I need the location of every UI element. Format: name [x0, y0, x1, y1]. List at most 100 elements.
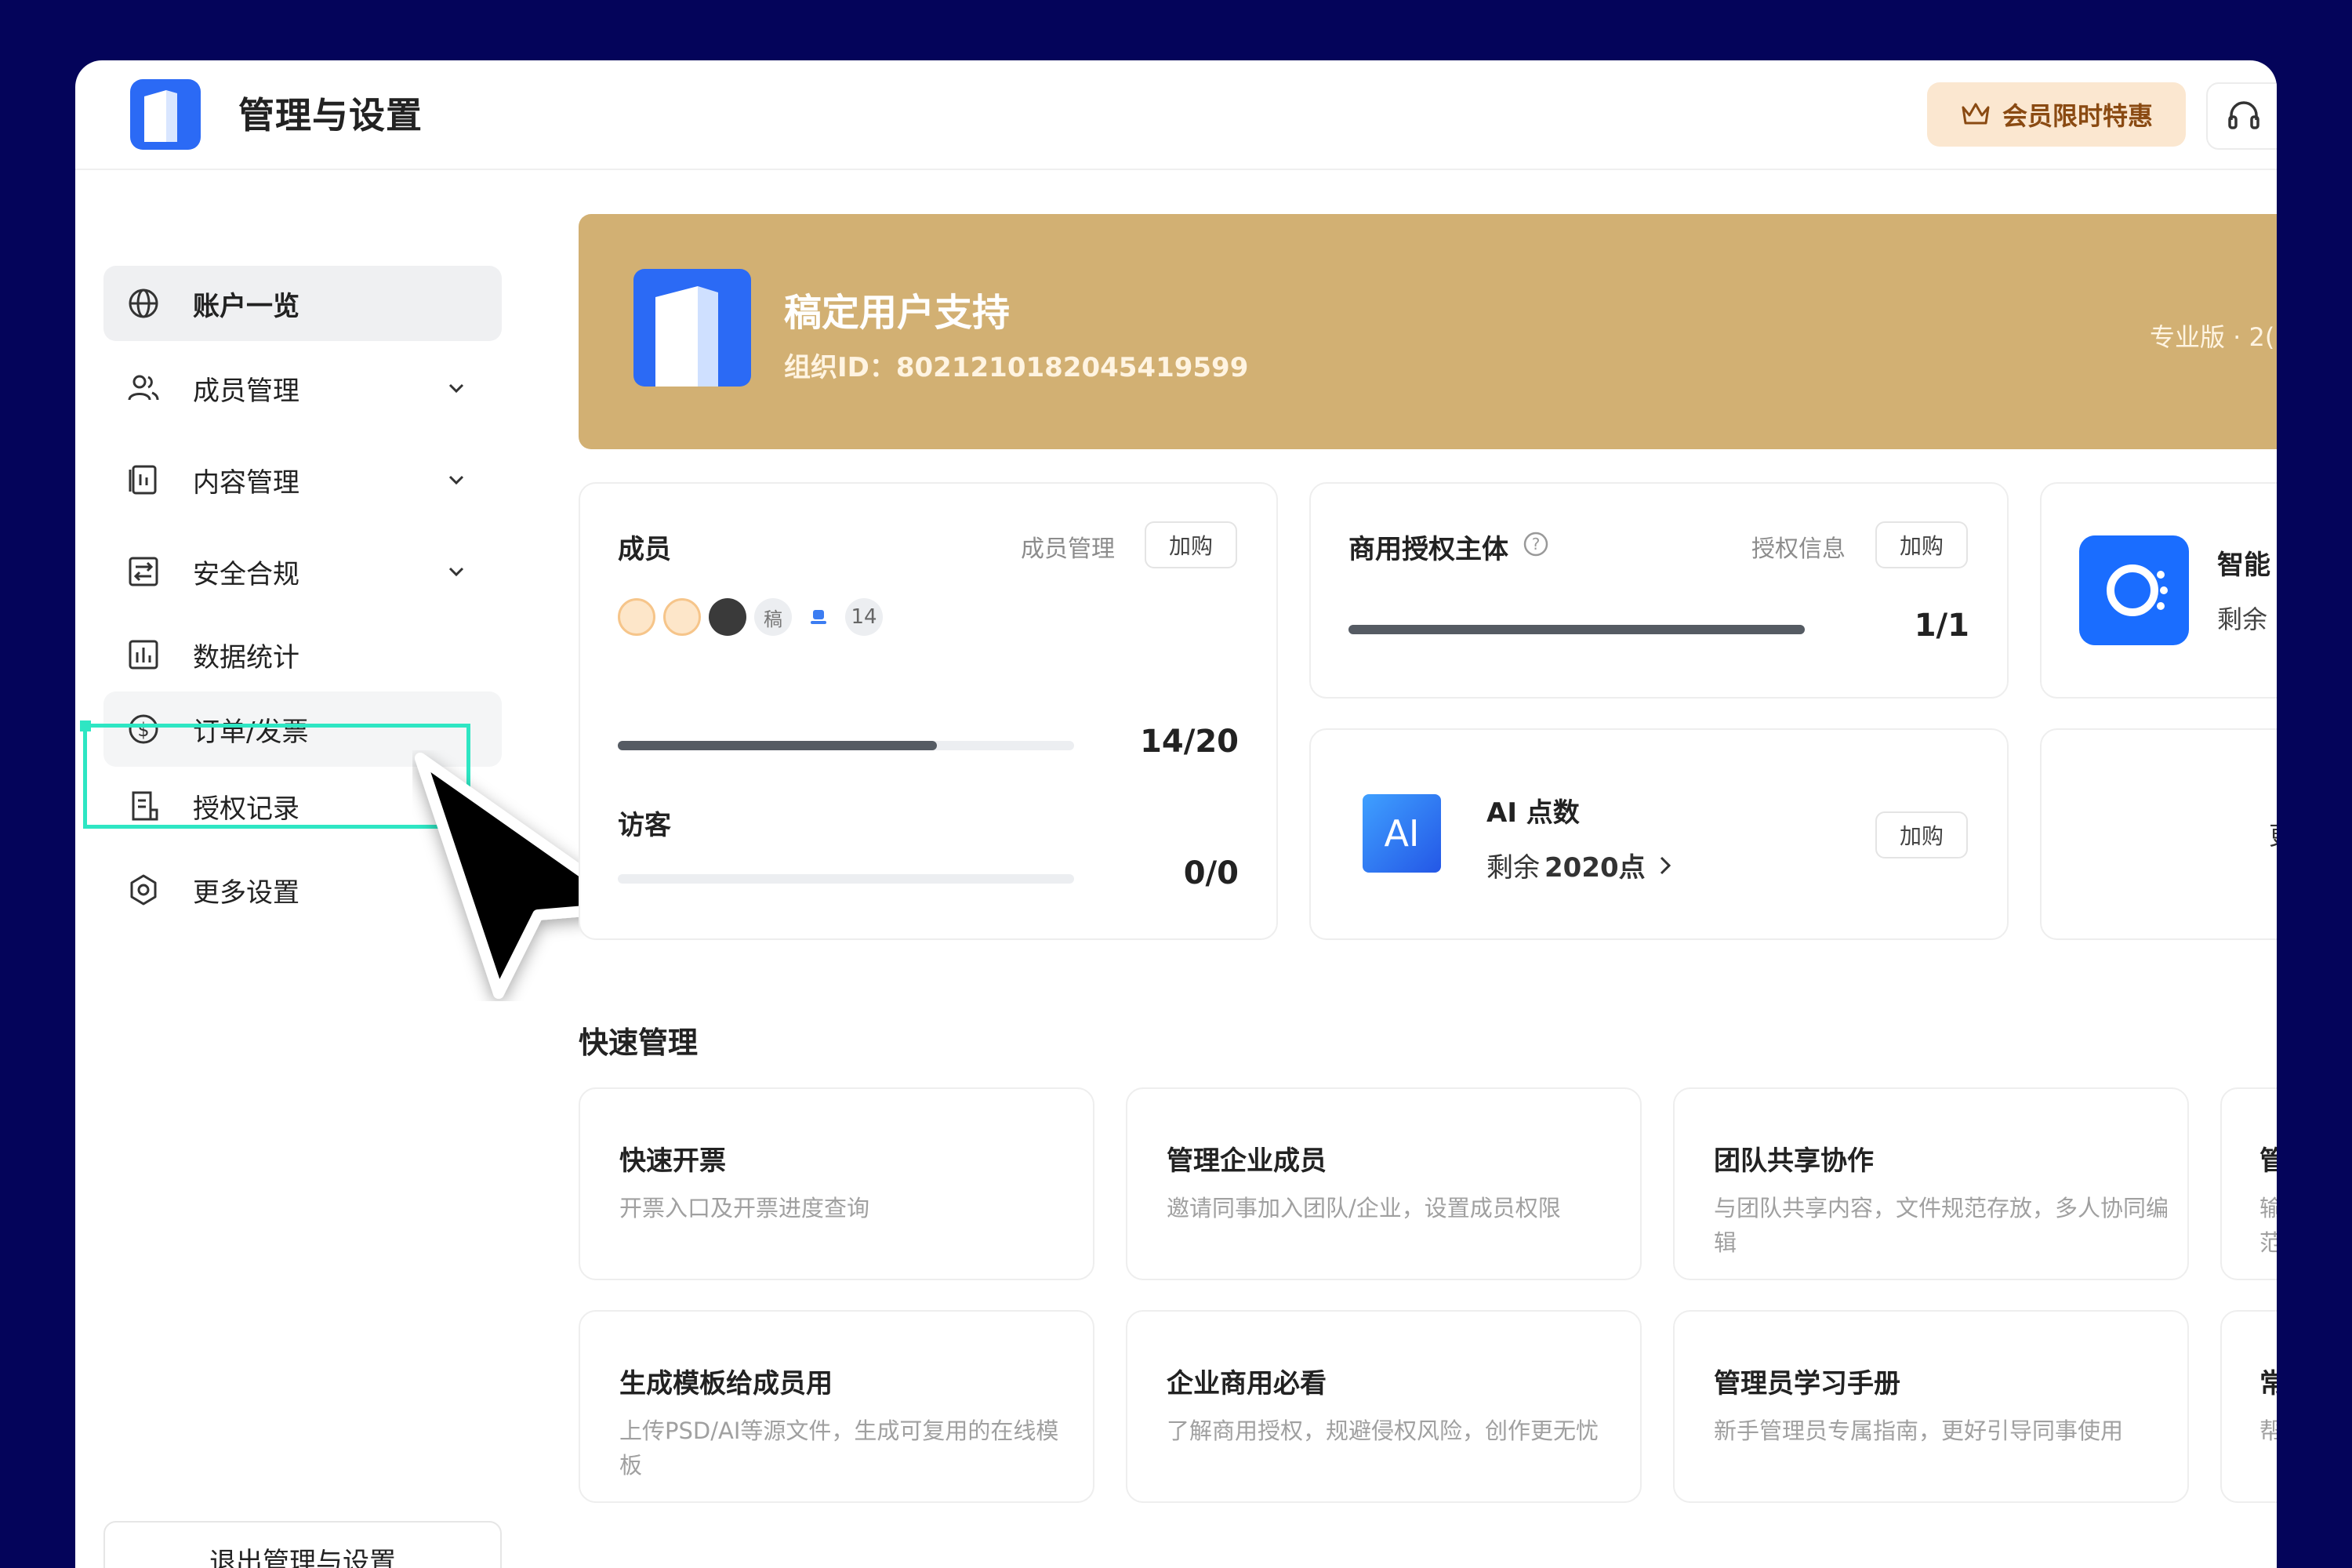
content-icon [129, 465, 157, 495]
organization-logo [633, 269, 751, 387]
partial-card-text[interactable]: 更 [2269, 816, 2277, 852]
sidebar-item-label: 授权记录 [193, 793, 299, 825]
ai-points-card: AI AI 点数 剩余 2020点 加购 [1309, 728, 2009, 940]
license-record-icon [132, 791, 158, 821]
organization-banner: 稿定用户支持 组织ID：8021210182045419599 专业版 · 2( [579, 214, 2277, 449]
visitors-title: 访客 [618, 810, 671, 841]
quick-management-title: 快速管理 [579, 1025, 699, 1060]
quick-card-title: 常 [2259, 1368, 2277, 1399]
organization-name: 稿定用户支持 [784, 291, 1011, 335]
users-icon [128, 375, 159, 401]
smart-feature-card: 智能 剩余 [2040, 482, 2277, 699]
quick-card-desc: 新手管理员专属指南，更好引导同事使用 [1714, 1417, 2124, 1444]
quick-card-title: 快速开票 [619, 1145, 726, 1177]
svg-text:?: ? [1532, 535, 1541, 554]
quick-card-templates[interactable]: 生成模板给成员用 上传PSD/AI等源文件，生成可复用的在线模板 [579, 1310, 1094, 1503]
smart-feature-title: 智能 [2217, 550, 2270, 581]
members-progress-track [618, 741, 1074, 750]
members-progress-fill [618, 741, 938, 750]
avatar [709, 598, 746, 636]
quick-card-title: 管理企业成员 [1167, 1145, 1327, 1177]
quick-card-admin-handbook[interactable]: 管理员学习手册 新手管理员专属指南，更好引导同事使用 [1673, 1310, 2189, 1503]
license-progress-fill [1348, 625, 1805, 634]
members-card: 成员 成员管理 加购 稿 14 14/20 访客 0/0 [579, 482, 1278, 940]
chevron-down-icon [448, 383, 464, 394]
page-title: 管理与设置 [238, 94, 423, 136]
license-count: 1/1 [1914, 608, 1969, 644]
quick-card-desc: 上传PSD/AI等源文件，生成可复用的在线模板 [619, 1417, 1059, 1479]
license-title: 商用授权主体 [1348, 534, 1508, 565]
bot-avatar-icon [811, 610, 826, 624]
ai-remaining-prefix: 剩余 [1486, 852, 1540, 884]
sidebar-item-label: 安全合规 [193, 558, 299, 590]
sidebar-item-data-statistics[interactable]: 数据统计 [103, 617, 502, 692]
settings-icon [130, 874, 157, 906]
quick-card-title: 管理员学习手册 [1714, 1368, 1900, 1399]
ai-remaining-value: 2020点 [1544, 852, 1646, 884]
quick-card-partial[interactable]: 管 输范 [2220, 1087, 2277, 1280]
ai-icon-text: AI [1384, 812, 1419, 855]
app-window: 管理与设置 会员限时特惠 账户一览 成员管理 内容管理 安全合规 数据统计 $ … [75, 60, 2277, 1568]
license-buy-button[interactable]: 加购 [1875, 521, 1968, 568]
quick-card-desc: 输范 [2259, 1195, 2277, 1256]
quick-card-title: 企业商用必看 [1167, 1368, 1327, 1399]
chevron-down-icon [448, 475, 464, 485]
quick-card-desc: 邀请同事加入团队/企业，设置成员权限 [1167, 1195, 1561, 1221]
avatar-text: 稿 [754, 598, 792, 636]
smart-feature-remaining: 剩余 [2217, 604, 2268, 634]
quick-card-manage-members[interactable]: 管理企业成员 邀请同事加入团队/企业，设置成员权限 [1126, 1087, 1642, 1280]
visitors-progress-track [618, 874, 1074, 884]
avatar [663, 598, 701, 636]
crown-icon [1962, 103, 1990, 125]
quick-card-title: 团队共享协作 [1714, 1145, 1874, 1177]
ai-points-title: AI 点数 [1486, 797, 1580, 829]
quick-card-desc: 了解商用授权，规避侵权风险，创作更无忧 [1167, 1417, 1599, 1444]
quick-card-commercial-guide[interactable]: 企业商用必看 了解商用授权，规避侵权风险，创作更无忧 [1126, 1310, 1642, 1503]
quick-card-partial[interactable]: 常 帮 [2220, 1310, 2277, 1503]
quick-card-team-share[interactable]: 团队共享协作 与团队共享内容，文件规范存放，多人协同编辑 [1673, 1087, 2189, 1280]
members-count: 14/20 [1140, 724, 1239, 760]
plan-label: 专业版 · 2( [2150, 322, 2275, 352]
license-progress-track [1348, 625, 1805, 634]
sidebar-item-label: 账户一览 [193, 290, 299, 322]
help-icon[interactable]: ? [1523, 531, 1549, 557]
support-button[interactable] [2206, 82, 2277, 150]
ai-buy-button[interactable]: 加购 [1875, 811, 1968, 858]
members-title: 成员 [618, 534, 671, 565]
visitors-count: 0/0 [1183, 855, 1239, 891]
quick-card-title: 管 [2259, 1145, 2277, 1177]
smart-feature-icon [2079, 535, 2189, 645]
app-logo [130, 79, 201, 150]
member-management-link[interactable]: 成员管理 [1021, 529, 1115, 564]
quick-card-title: 生成模板给成员用 [619, 1368, 833, 1399]
quick-card-invoice[interactable]: 快速开票 开票入口及开票进度查询 [579, 1087, 1094, 1280]
headset-icon [2228, 101, 2259, 129]
license-info-link[interactable]: 授权信息 [1751, 529, 1846, 564]
compliance-icon [129, 557, 158, 586]
sidebar-item-label: 数据统计 [193, 641, 299, 673]
sidebar-item-content-management[interactable]: 内容管理 [103, 442, 502, 517]
partial-card: 更 [2040, 728, 2277, 940]
quick-card-desc: 与团队共享内容，文件规范存放，多人协同编辑 [1714, 1195, 2169, 1256]
sidebar-item-label: 内容管理 [193, 466, 299, 499]
avatar [800, 598, 837, 636]
avatar-count: 14 [845, 598, 883, 636]
sidebar-item-account-overview[interactable]: 账户一览 [103, 266, 502, 341]
bar-chart-icon [129, 640, 158, 670]
members-buy-button[interactable]: 加购 [1145, 521, 1237, 568]
commercial-license-card: 商用授权主体 ? 授权信息 加购 1/1 [1309, 482, 2009, 699]
organization-id: 组织ID：8021210182045419599 [784, 352, 1249, 383]
sidebar-item-label: 更多设置 [193, 877, 299, 909]
sidebar-item-security-compliance[interactable]: 安全合规 [103, 534, 502, 609]
sidebar-item-label: 成员管理 [193, 375, 299, 407]
member-promo-button[interactable]: 会员限时特惠 [1927, 82, 2186, 147]
quick-card-desc: 开票入口及开票进度查询 [619, 1195, 870, 1221]
quick-card-desc: 帮 [2259, 1417, 2277, 1444]
chevron-right-icon [1660, 856, 1671, 874]
avatar [618, 598, 655, 636]
chevron-down-icon [448, 567, 464, 577]
sidebar-item-member-management[interactable]: 成员管理 [103, 350, 502, 426]
ai-remaining-link[interactable]: 剩余 2020点 [1486, 846, 1674, 884]
exit-settings-button[interactable]: 退出管理与设置 [103, 1521, 502, 1568]
promo-label: 会员限时特惠 [2002, 101, 2153, 131]
